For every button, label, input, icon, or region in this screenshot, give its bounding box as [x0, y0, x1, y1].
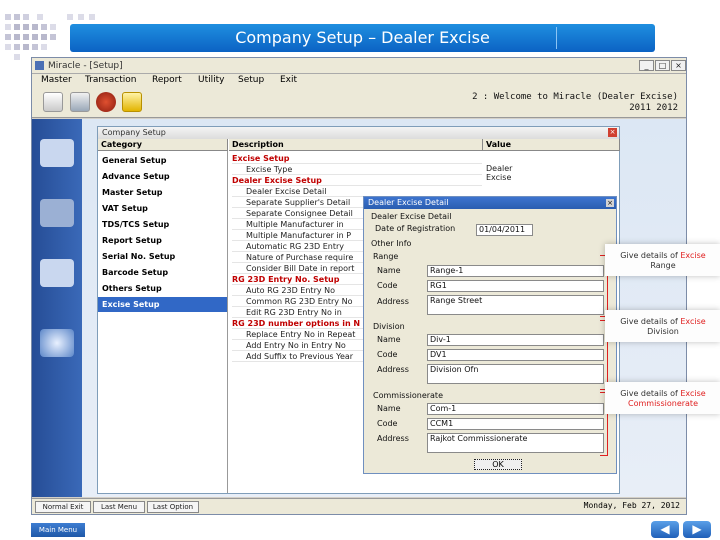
slide-title-banner: Company Setup – Dealer Excise [70, 24, 655, 52]
close-icon[interactable]: × [608, 128, 617, 137]
category-vat-setup[interactable]: VAT Setup [101, 201, 227, 216]
notebook-icon[interactable] [40, 139, 74, 167]
category-others-setup[interactable]: Others Setup [101, 281, 227, 296]
status-date: Monday, Feb 27, 2012 [583, 501, 680, 510]
range-address-label: Address [377, 297, 409, 306]
maximize-button[interactable]: □ [655, 60, 670, 71]
division-address-field[interactable]: Division Ofn [427, 364, 604, 384]
commissionerate-code-field[interactable]: CCM1 [427, 418, 604, 430]
money-bag-icon[interactable] [96, 92, 116, 112]
menu-transaction[interactable]: Transaction [85, 74, 137, 87]
financial-year: 2011 2012 [629, 103, 678, 113]
section-dealer-excise-detail: Dealer Excise Detail [371, 212, 452, 221]
range-name-field[interactable]: Range-1 [427, 265, 604, 277]
category-barcode-setup[interactable]: Barcode Setup [101, 265, 227, 280]
ok-button[interactable]: OK [474, 459, 522, 470]
callout-range: Give details of Excise Range [613, 251, 713, 271]
commissionerate-code-label: Code [377, 419, 398, 428]
main-menu-button[interactable]: Main Menu [31, 523, 85, 537]
callout-commissionerate-text: Give details of [620, 389, 681, 398]
last-option-button[interactable]: Last Option [147, 501, 199, 513]
previous-slide-button[interactable]: ◀ [651, 521, 679, 538]
range-name-label: Name [377, 266, 401, 275]
new-document-icon[interactable] [43, 92, 63, 112]
category-general-setup[interactable]: General Setup [101, 153, 227, 168]
date-of-registration-label: Date of Registration [375, 224, 456, 233]
grid-row-dealer-excise-setup: Dealer Excise Setup [232, 175, 482, 186]
category-serial-no-setup[interactable]: Serial No. Setup [101, 249, 227, 264]
dealer-excise-detail-dialog: Dealer Excise Detail × Dealer Excise Det… [363, 196, 617, 474]
close-window-button[interactable]: × [671, 60, 686, 71]
last-menu-button[interactable]: Last Menu [93, 501, 145, 513]
category-header[interactable]: Category [98, 139, 228, 151]
commissionerate-name-label: Name [377, 404, 401, 413]
welcome-text: 2 : Welcome to Miracle (Dealer Excise) [472, 92, 678, 102]
date-of-registration-field[interactable]: 01/04/2011 [476, 224, 533, 236]
app-icon [35, 61, 44, 70]
division-address-label: Address [377, 365, 409, 374]
division-code-label: Code [377, 350, 398, 359]
callout-commissionerate-subject: Commissionerate [628, 399, 698, 408]
next-slide-button[interactable]: ▶ [683, 521, 711, 538]
dealer-dialog-titlebar: Dealer Excise Detail [364, 197, 616, 209]
callout-range-highlight: Excise [680, 251, 706, 260]
callout-commissionerate: Give details of Excise Commissionerate [613, 389, 713, 409]
callout-division-highlight: Excise [680, 317, 706, 326]
range-address-field[interactable]: Range Street [427, 295, 604, 315]
category-tds-tcs-setup[interactable]: TDS/TCS Setup [101, 217, 227, 232]
category-advance-setup[interactable]: Advance Setup [101, 169, 227, 184]
commissionerate-name-field[interactable]: Com-1 [427, 403, 604, 415]
minimize-button[interactable]: _ [639, 60, 654, 71]
range-code-label: Code [377, 281, 398, 290]
cart-icon[interactable] [70, 92, 90, 112]
commissionerate-address-label: Address [377, 434, 409, 443]
menu-exit[interactable]: Exit [280, 74, 297, 87]
notepad-icon[interactable] [122, 92, 142, 112]
grid-row-excise-setup: Excise Setup [232, 153, 482, 164]
section-other-info: Other Info [371, 239, 412, 248]
status-bar: Normal Exit Last Menu Last Option Monday… [32, 498, 686, 514]
company-setup-title: Company Setup [102, 128, 166, 137]
book-icon[interactable] [40, 199, 74, 227]
callout-division-subject: Division [647, 327, 679, 336]
callout-range-text: Give details of [620, 251, 681, 260]
company-setup-titlebar: Company Setup [98, 127, 619, 139]
category-master-setup[interactable]: Master Setup [101, 185, 227, 200]
calendar-icon[interactable] [40, 259, 74, 287]
category-excise-setup[interactable]: Excise Setup [98, 297, 227, 312]
grid-row-excise-type[interactable]: Excise Type [232, 164, 482, 175]
shortcut-pane [32, 119, 82, 497]
welcome-banner: 2 : Welcome to Miracle (Dealer Excise) 2… [472, 92, 678, 114]
close-icon[interactable]: × [606, 199, 614, 207]
menu-bar: Master Transaction Report Utility Setup … [32, 74, 686, 87]
division-name-field[interactable]: Div-1 [427, 334, 604, 346]
category-list: Category General Setup Advance Setup Mas… [98, 139, 228, 493]
menu-setup[interactable]: Setup [238, 74, 264, 87]
grid-value-excise-type[interactable]: Dealer Excise [486, 164, 512, 182]
value-header[interactable]: Value [483, 139, 620, 151]
menu-report[interactable]: Report [152, 74, 182, 87]
callout-commissionerate-highlight: Excise [680, 389, 706, 398]
normal-exit-button[interactable]: Normal Exit [35, 501, 91, 513]
description-header[interactable]: Description [229, 139, 483, 151]
category-report-setup[interactable]: Report Setup [101, 233, 227, 248]
dealer-dialog-title: Dealer Excise Detail [368, 198, 449, 207]
callout-division: Give details of Excise Division [613, 317, 713, 337]
division-group-label: Division [373, 322, 405, 331]
callout-division-text: Give details of [620, 317, 681, 326]
division-name-label: Name [377, 335, 401, 344]
commissionerate-address-field[interactable]: Rajkot Commissionerate [427, 433, 604, 453]
callout-range-subject: Range [650, 261, 676, 270]
range-group-label: Range [373, 252, 399, 261]
menu-utility[interactable]: Utility [198, 74, 224, 87]
window-titlebar: Miracle - [Setup] _ □ × [32, 58, 686, 74]
banner-divider [556, 27, 557, 49]
range-code-field[interactable]: RG1 [427, 280, 604, 292]
commissionerate-group-label: Commissionerate [373, 391, 443, 400]
window-title: Miracle - [Setup] [48, 61, 123, 71]
menu-master[interactable]: Master [41, 74, 72, 87]
slide-title: Company Setup – Dealer Excise [235, 28, 490, 47]
division-code-field[interactable]: DV1 [427, 349, 604, 361]
email-icon[interactable] [40, 329, 74, 357]
